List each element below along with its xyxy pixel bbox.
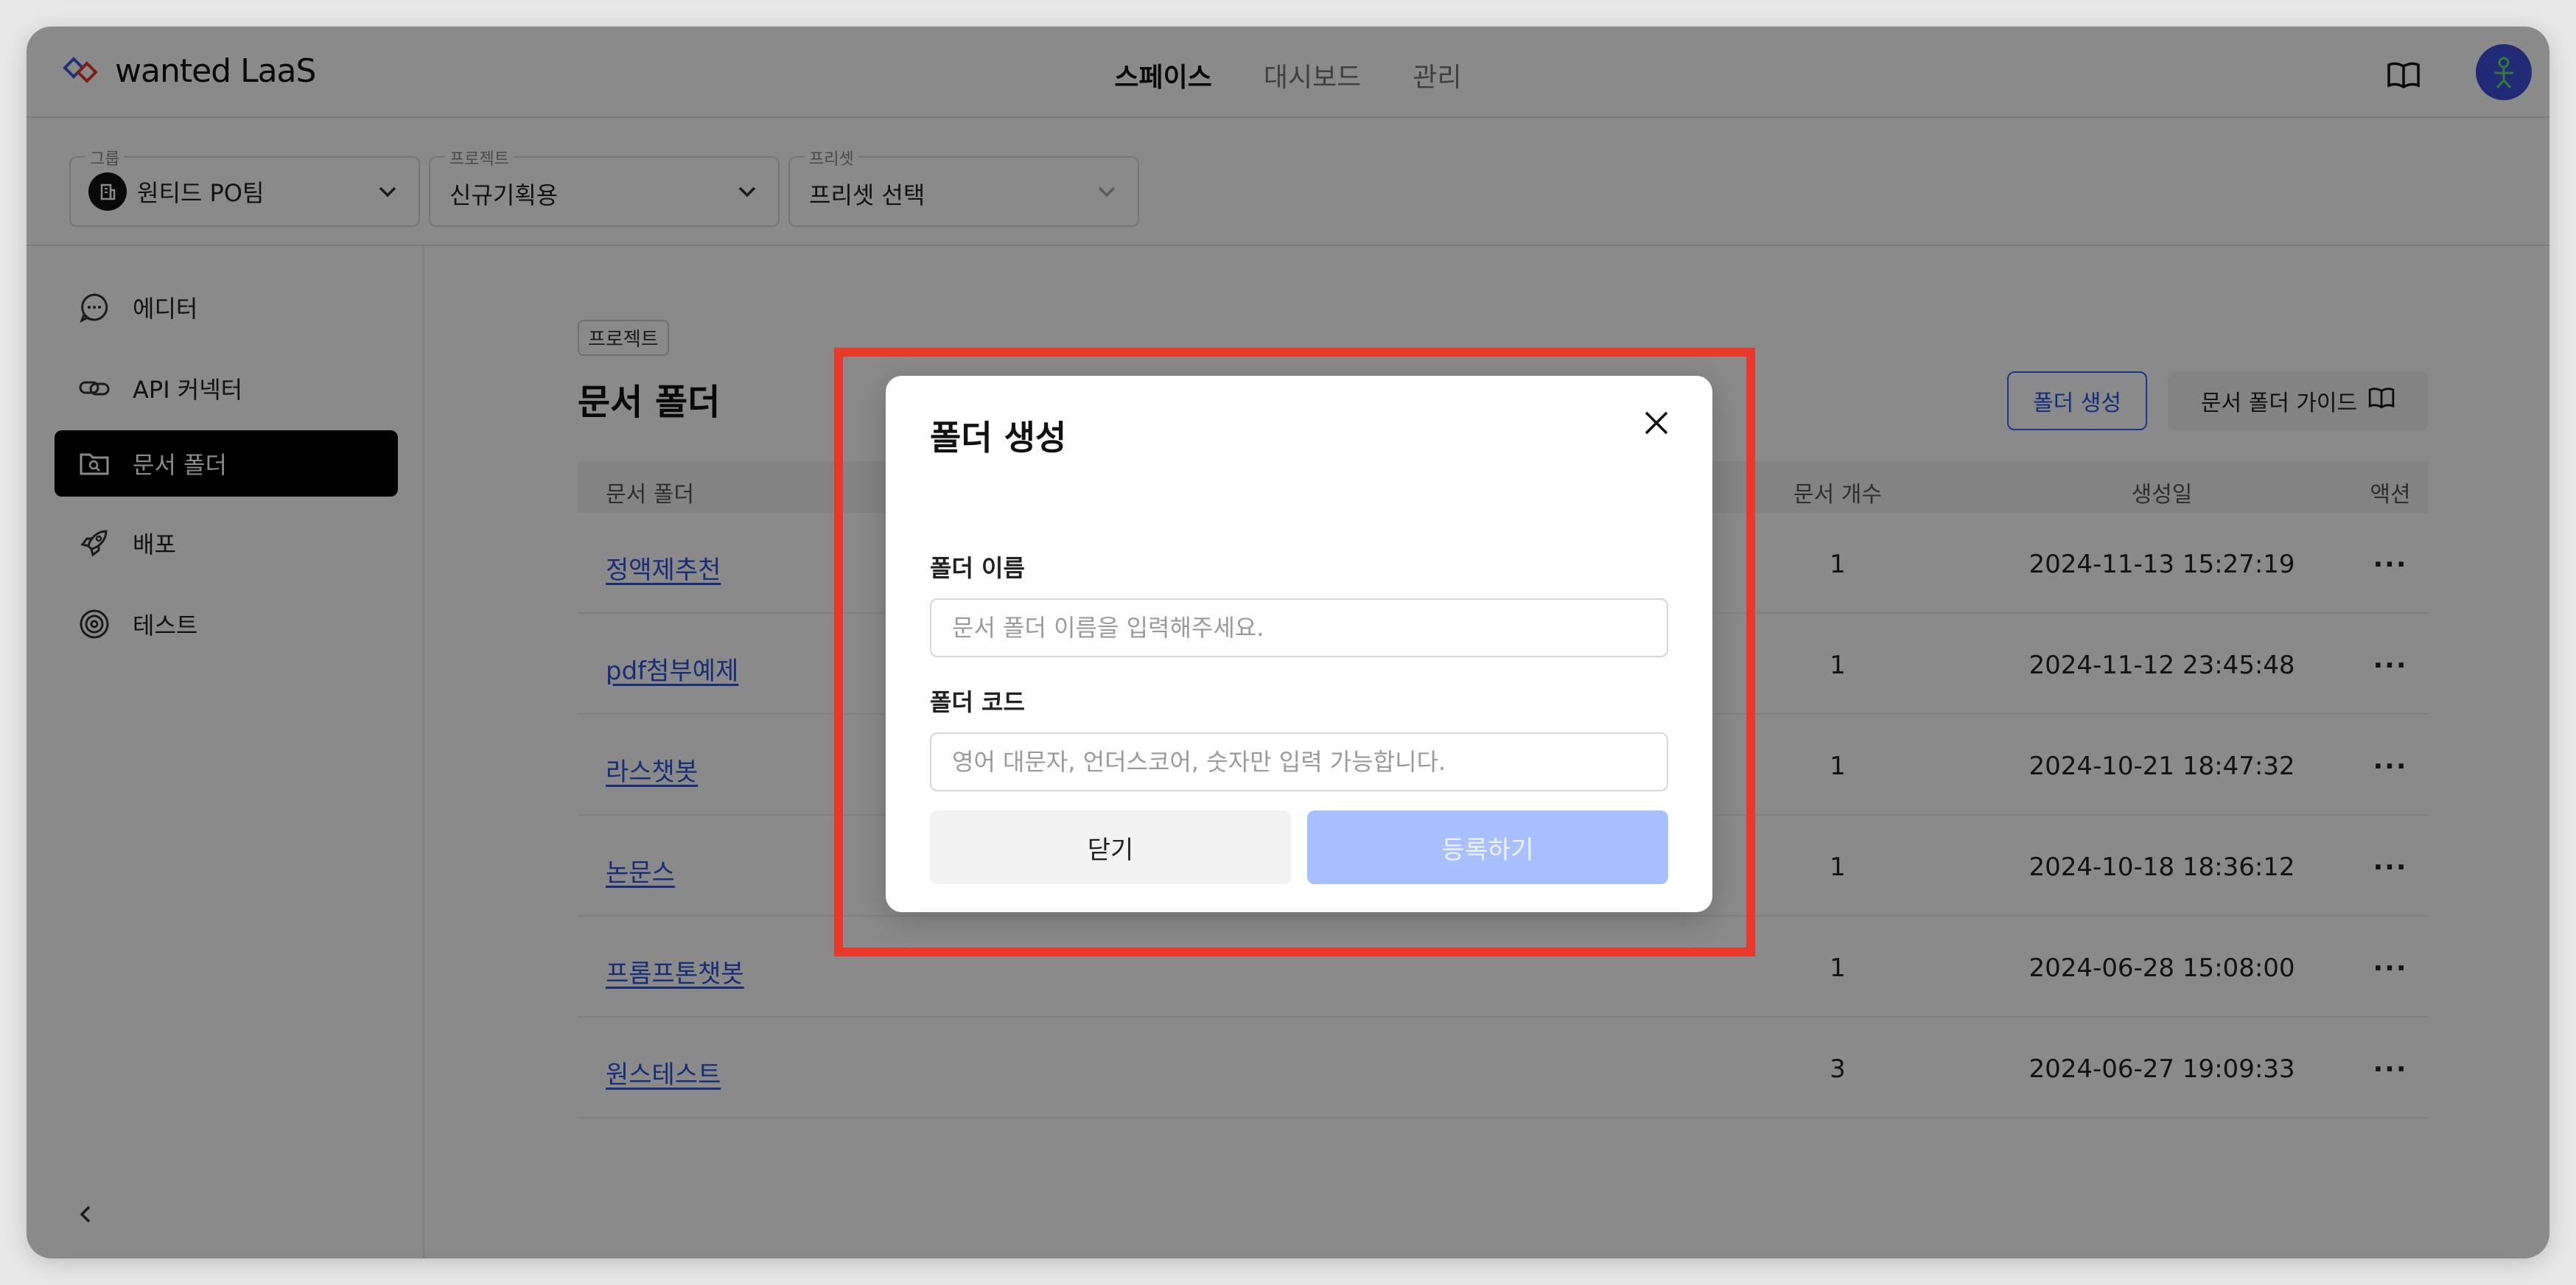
dialog-close-button[interactable] — [1636, 402, 1677, 444]
folder-code-input[interactable] — [930, 732, 1668, 791]
dialog-cancel-button[interactable]: 닫기 — [930, 810, 1291, 884]
folder-code-label: 폴더 코드 — [930, 688, 1025, 716]
dialog-title: 폴더 생성 — [930, 418, 1067, 458]
close-icon — [1645, 411, 1668, 435]
folder-name-label: 폴더 이름 — [930, 554, 1025, 582]
create-folder-dialog: 폴더 생성 폴더 이름 폴더 코드 닫기 등록하기 — [886, 376, 1712, 912]
register-button[interactable]: 등록하기 — [1307, 810, 1668, 884]
app-window: wanted LaaS 스페이스 대시보드 관리 그룹 원티드 PO팀 프로젝트… — [27, 27, 2549, 1258]
folder-name-input[interactable] — [930, 598, 1668, 657]
